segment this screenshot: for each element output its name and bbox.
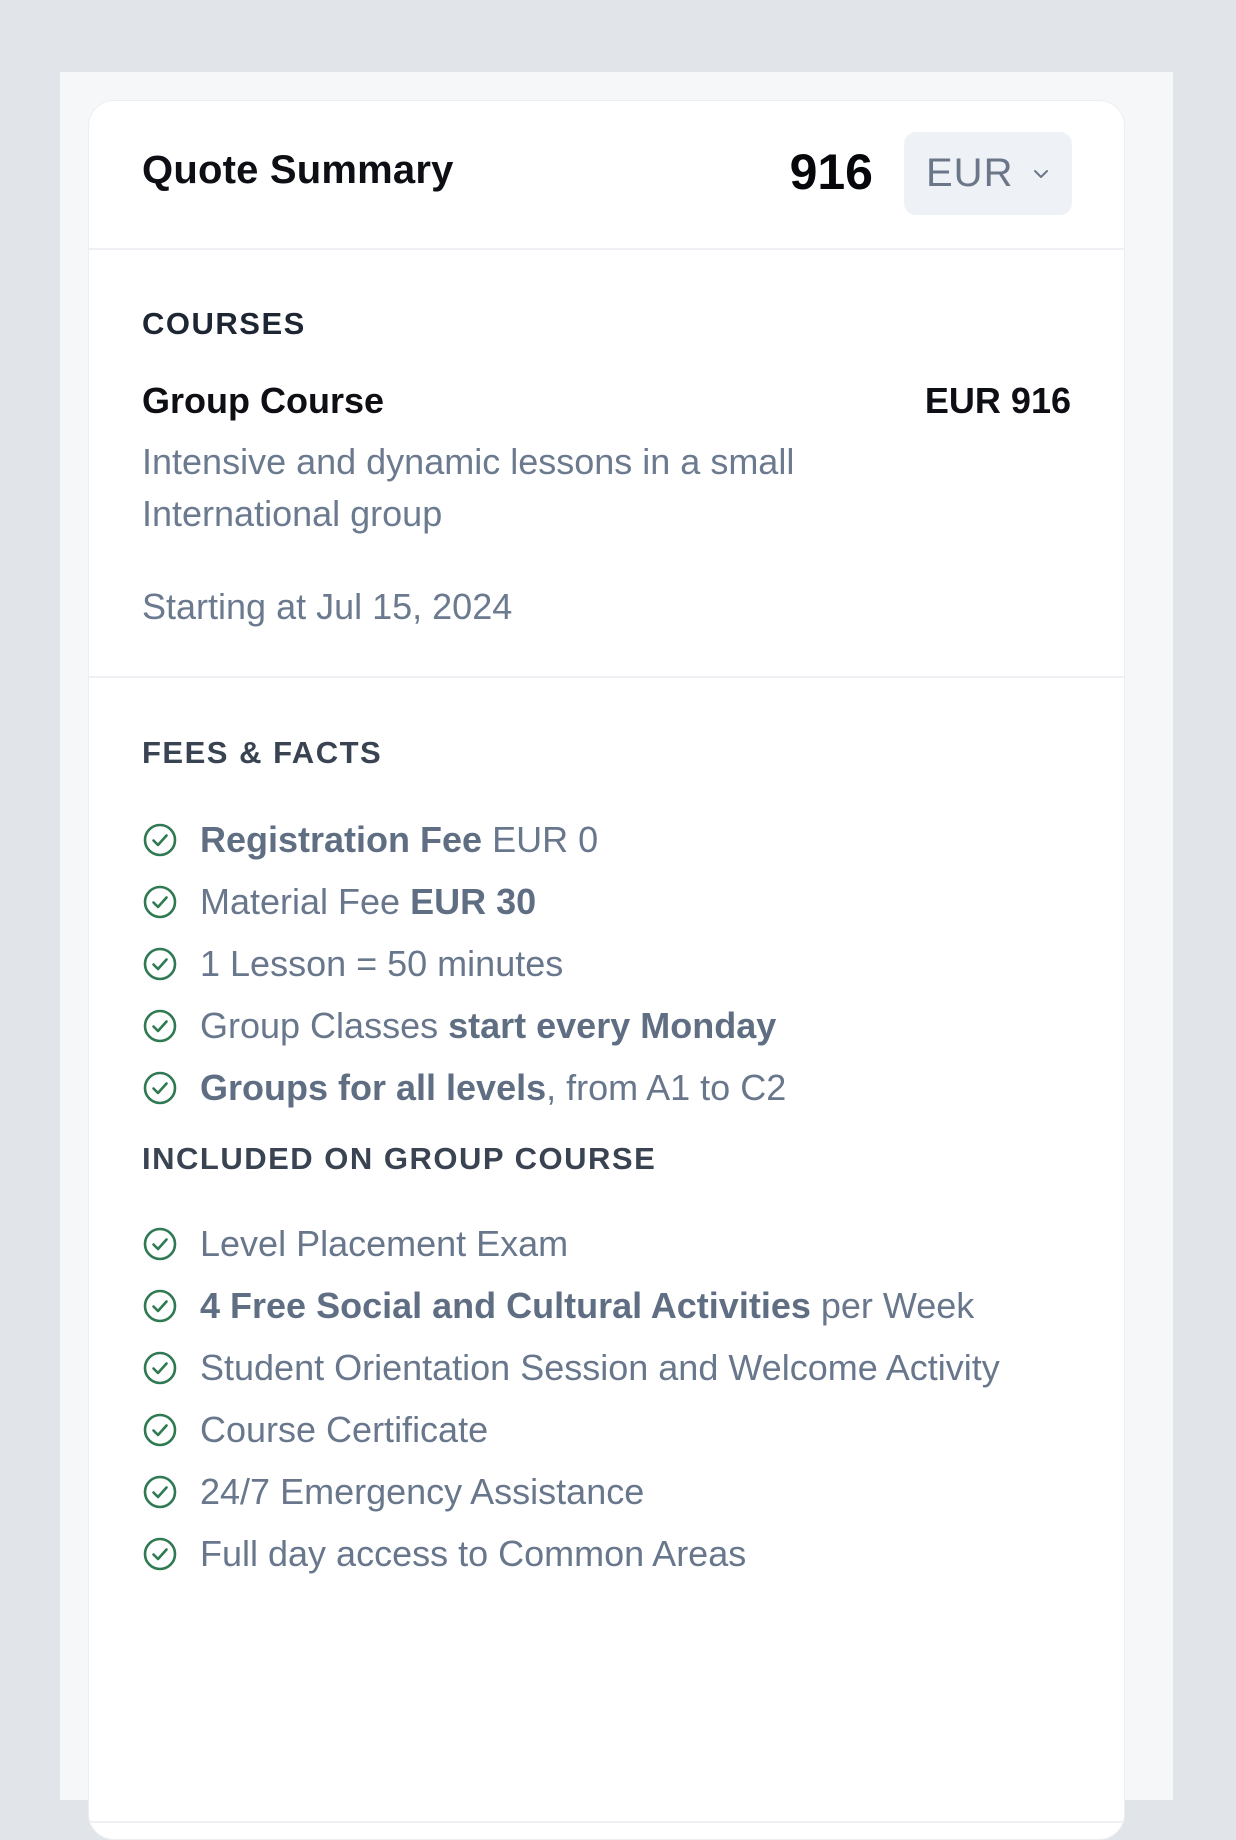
list-item: 4 Free Social and Cultural Activities pe…	[142, 1275, 1022, 1337]
list-item-text: Material Fee EUR 30	[200, 881, 537, 922]
page-title: Quote Summary	[142, 148, 454, 192]
list-item: Student Orientation Session and Welcome …	[142, 1337, 1022, 1399]
courses-section: COURSES Group Course EUR 916 Intensive a…	[89, 248, 1124, 678]
list-item-text: Level Placement Exam	[200, 1223, 569, 1264]
fees-facts-title: FEES & FACTS	[142, 735, 383, 770]
course-start-date: Starting at Jul 15, 2024	[142, 586, 513, 627]
list-item-text: Registration Fee EUR 0	[200, 819, 599, 860]
included-list: Level Placement Exam 4 Free Social and C…	[142, 1213, 1022, 1585]
list-item-text: Course Certificate	[200, 1409, 489, 1450]
list-item-text: Full day access to Common Areas	[200, 1533, 747, 1574]
list-item: Group Classes start every Monday	[142, 995, 786, 1057]
list-item: 24/7 Emergency Assistance	[142, 1461, 1022, 1523]
courses-section-title: COURSES	[142, 306, 306, 341]
fees-facts-list: Registration Fee EUR 0 Material Fee EUR …	[142, 809, 786, 1119]
check-circle-icon	[143, 1071, 177, 1105]
check-circle-icon	[143, 1537, 177, 1571]
list-item: Material Fee EUR 30	[142, 871, 786, 933]
list-item: Groups for all levels, from A1 to C2	[142, 1057, 786, 1119]
currency-label: EUR	[926, 151, 1014, 195]
check-circle-icon	[143, 947, 177, 981]
section-divider	[89, 1821, 1124, 1823]
list-item-text: 4 Free Social and Cultural Activities pe…	[200, 1285, 975, 1326]
check-circle-icon	[143, 885, 177, 919]
check-circle-icon	[143, 1289, 177, 1323]
quote-total: 916	[789, 144, 873, 200]
course-price: EUR 916	[924, 380, 1071, 421]
list-item-text: Groups for all levels, from A1 to C2	[200, 1067, 787, 1108]
currency-select[interactable]: EUR	[904, 132, 1072, 215]
chevron-down-icon	[1034, 169, 1049, 178]
list-item-text: Group Classes start every Monday	[200, 1005, 777, 1046]
list-item: 1 Lesson = 50 minutes	[142, 933, 786, 995]
list-item: Full day access to Common Areas	[142, 1523, 1022, 1585]
check-circle-icon	[143, 823, 177, 857]
check-circle-icon	[143, 1413, 177, 1447]
list-item-text: 24/7 Emergency Assistance	[200, 1471, 645, 1512]
list-item: Registration Fee EUR 0	[142, 809, 786, 871]
check-circle-icon	[143, 1351, 177, 1385]
included-title: INCLUDED ON GROUP COURSE	[142, 1141, 657, 1176]
list-item: Level Placement Exam	[142, 1213, 1022, 1275]
page-panel: Quote Summary 916 EUR COURSES Group Cour…	[60, 72, 1173, 1840]
quote-summary-card: Quote Summary 916 EUR COURSES Group Cour…	[88, 100, 1125, 1840]
list-item-text: Student Orientation Session and Welcome …	[200, 1347, 1000, 1388]
check-circle-icon	[143, 1227, 177, 1261]
check-circle-icon	[143, 1475, 177, 1509]
list-item-text: 1 Lesson = 50 minutes	[200, 943, 564, 984]
course-description: Intensive and dynamic lessons in a small…	[142, 441, 795, 534]
list-item: Course Certificate	[142, 1399, 1022, 1461]
quote-header: Quote Summary 916 EUR	[89, 101, 1124, 250]
course-name: Group Course	[142, 380, 385, 421]
check-circle-icon	[143, 1009, 177, 1043]
